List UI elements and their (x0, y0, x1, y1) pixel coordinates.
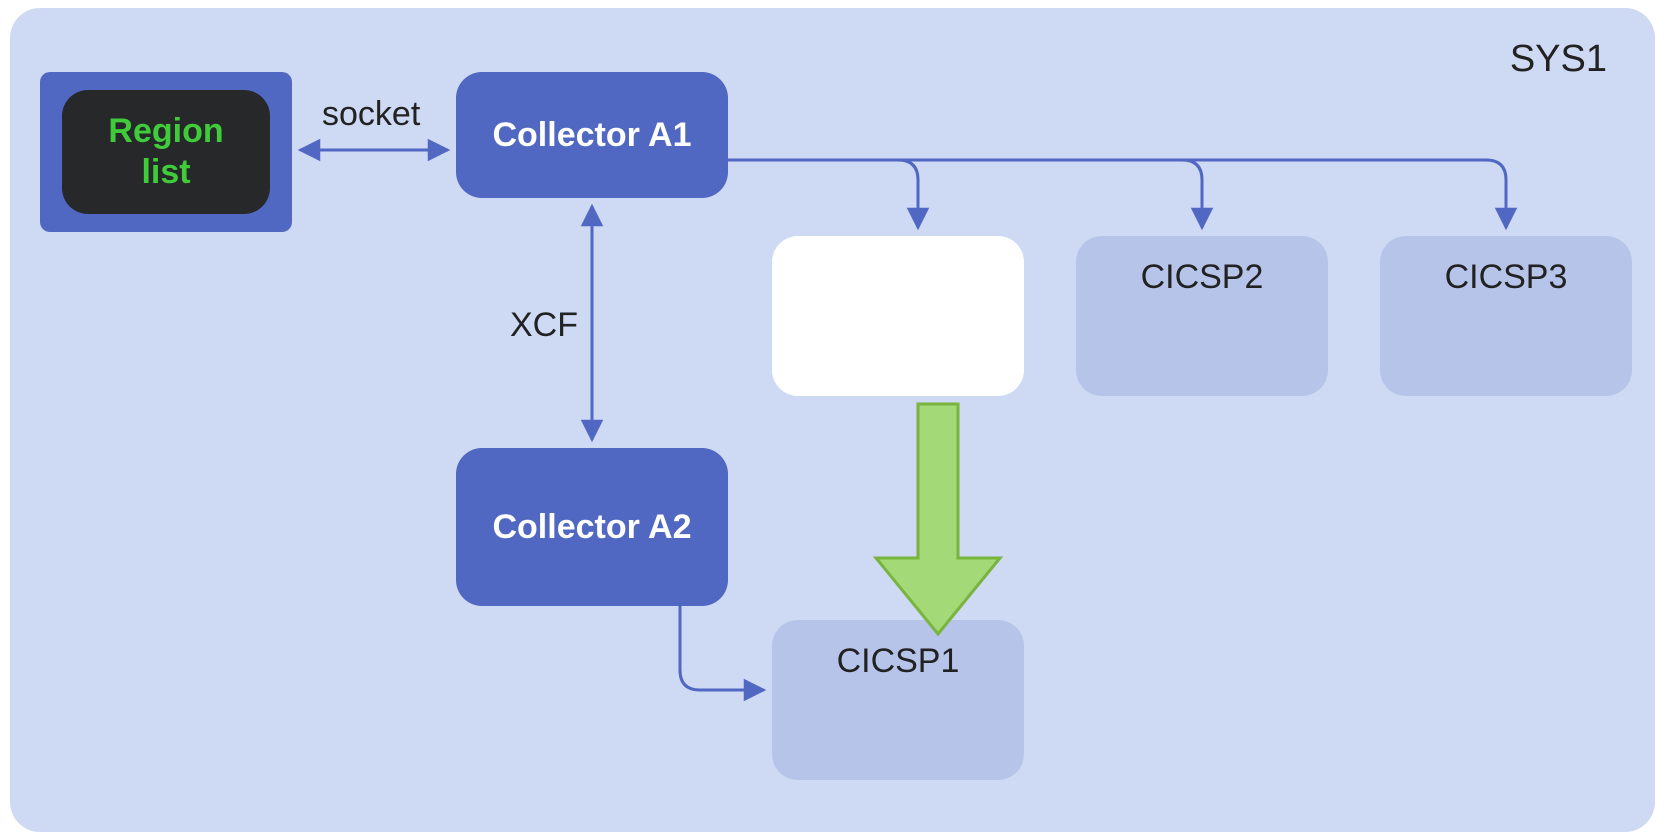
xcf-label: XCF (510, 306, 578, 345)
system-label: SYS1 (1510, 38, 1607, 81)
diagram-canvas: SYS1 Region list Collector A1 Collector … (0, 0, 1665, 840)
cicsp2: CICSP2 (1076, 236, 1328, 396)
blank-node (772, 236, 1024, 396)
socket-label: socket (322, 95, 420, 134)
collector-a2: Collector A2 (456, 448, 728, 606)
region-list: Region list (62, 90, 270, 214)
collector-a1: Collector A1 (456, 72, 728, 198)
cicsp3: CICSP3 (1380, 236, 1632, 396)
cicsp1: CICSP1 (772, 620, 1024, 780)
